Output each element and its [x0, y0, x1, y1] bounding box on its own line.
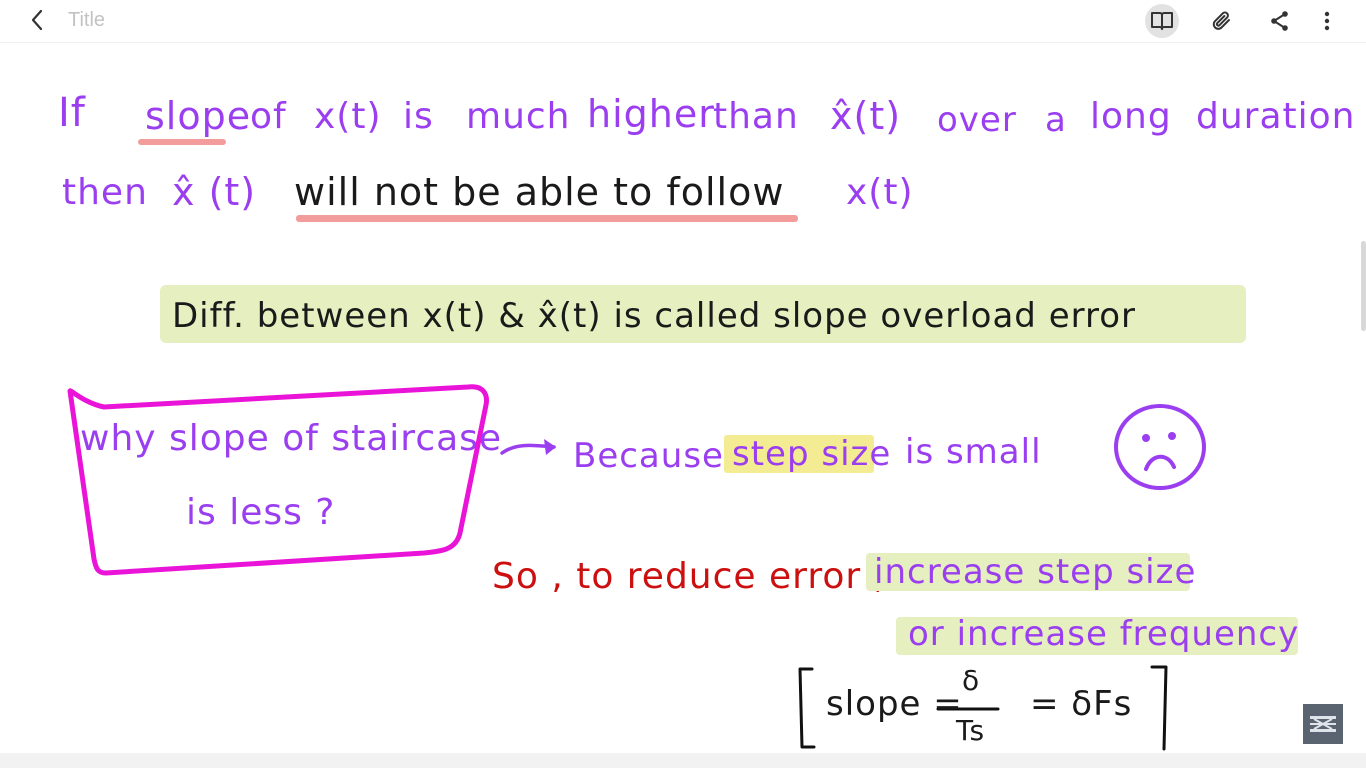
definition-text: Diff. between x(t) & x̂(t) is called slo… — [172, 296, 1137, 336]
phrase-increase-step-size: increase step size — [874, 552, 1197, 592]
word-much: much — [466, 96, 571, 137]
arrow-icon — [500, 439, 556, 455]
attach-button[interactable] — [1205, 4, 1239, 38]
word-over: over — [937, 100, 1017, 140]
sad-face-icon — [1114, 404, 1206, 490]
so-reduce-error: So , to reduce error , — [492, 556, 887, 597]
word-is: is — [403, 96, 434, 137]
bottom-strip — [0, 753, 1366, 768]
share-button[interactable] — [1263, 4, 1297, 38]
reading-mode-button[interactable] — [1145, 4, 1179, 38]
word-xhat-2: x̂ (t) — [172, 170, 257, 214]
more-options-button[interactable] — [1310, 4, 1344, 38]
phrase-increase-frequency: or increase frequency — [908, 614, 1300, 654]
word-duration: duration — [1196, 96, 1356, 137]
question-line-2: is less ? — [186, 492, 336, 533]
formula-rhs: = δFs — [1030, 684, 1133, 724]
back-button[interactable] — [22, 4, 54, 36]
share-icon — [1271, 11, 1288, 31]
word-than: than — [713, 96, 799, 137]
phrase-will-not-follow: will not be able to follow — [294, 170, 785, 214]
underline-slope — [138, 139, 226, 145]
question-box — [67, 384, 489, 576]
word-a: a — [1045, 100, 1067, 140]
formula-numerator: δ — [962, 664, 981, 697]
word-of: of — [250, 96, 287, 137]
question-line-1: why slope of staircase — [80, 418, 503, 459]
book-icon — [1151, 12, 1173, 30]
toolbar: Title — [0, 0, 1366, 43]
chevron-left-icon — [31, 9, 43, 31]
word-xt-2: x(t) — [846, 172, 914, 213]
logo-icon — [1310, 716, 1336, 732]
word-if: If — [58, 90, 86, 136]
word-long: long — [1090, 96, 1172, 137]
word-slope: slope — [145, 94, 252, 138]
word-higher: higher — [587, 92, 715, 136]
word-then: then — [62, 172, 148, 213]
word-xhat: x̂(t) — [830, 94, 902, 138]
word-because: Because — [573, 436, 724, 476]
word-step-size: step size — [732, 434, 892, 474]
formula-lhs: slope = — [826, 684, 963, 724]
word-xt: x(t) — [314, 96, 382, 137]
scrollbar[interactable] — [1361, 241, 1366, 331]
channel-logo — [1303, 704, 1343, 744]
word-is-small: is small — [905, 432, 1042, 472]
more-vertical-icon — [1324, 11, 1330, 31]
formula-denominator: Ts — [956, 714, 986, 747]
underline-will-not-follow — [296, 215, 798, 222]
paperclip-icon — [1212, 11, 1230, 30]
note-canvas[interactable]: If slope of x(t) is much higher than x̂(… — [0, 43, 1366, 753]
page-title[interactable]: Title — [68, 9, 105, 32]
